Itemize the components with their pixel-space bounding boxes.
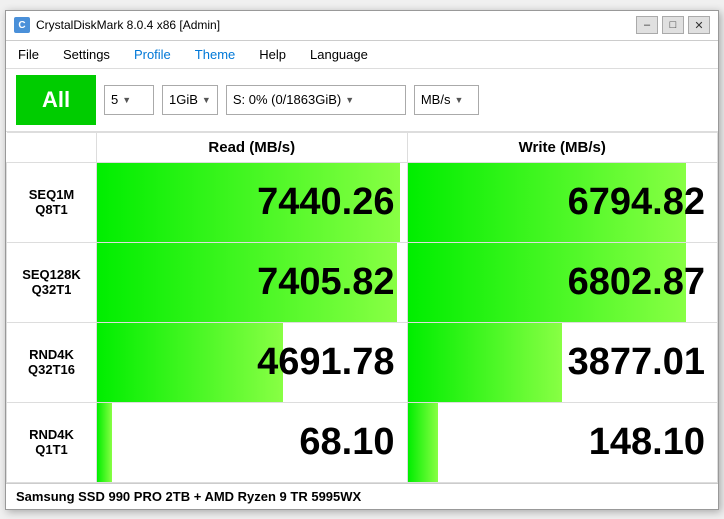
drive-value: S: 0% (0/1863GiB) xyxy=(233,92,341,107)
unit-dropdown[interactable]: MB/s ▼ xyxy=(414,85,479,115)
row-label-line2-0: Q8T1 xyxy=(35,202,68,217)
read-value-2: 4691.78 xyxy=(257,341,394,383)
header-label-cell xyxy=(7,132,97,162)
read-bar-3 xyxy=(97,403,112,482)
size-dropdown-arrow: ▼ xyxy=(202,95,211,105)
read-value-1: 7405.82 xyxy=(257,261,394,303)
row-label-line1-1: SEQ128K xyxy=(22,267,81,282)
drive-dropdown-arrow: ▼ xyxy=(345,95,354,105)
title-bar: C CrystalDiskMark 8.0.4 x86 [Admin] – □ … xyxy=(6,11,718,41)
results-table: Read (MB/s) Write (MB/s) SEQ1MQ8T1 7440.2… xyxy=(6,132,718,483)
row-label-line1-2: RND4K xyxy=(29,347,74,362)
table-row: RND4KQ1T1 68.10 148.10 xyxy=(7,402,718,482)
menu-bar: File Settings Profile Theme Help Languag… xyxy=(6,41,718,69)
minimize-button[interactable]: – xyxy=(636,16,658,34)
row-label-line2-3: Q1T1 xyxy=(35,442,68,457)
drive-dropdown[interactable]: S: 0% (0/1863GiB) ▼ xyxy=(226,85,406,115)
close-button[interactable]: ✕ xyxy=(688,16,710,34)
table-header-row: Read (MB/s) Write (MB/s) xyxy=(7,132,718,162)
count-value: 5 xyxy=(111,92,118,107)
read-value-3: 68.10 xyxy=(299,421,394,463)
menu-theme[interactable]: Theme xyxy=(191,45,239,64)
write-bar-3 xyxy=(408,403,439,482)
row-label-1: SEQ128KQ32T1 xyxy=(7,242,97,322)
row-label-2: RND4KQ32T16 xyxy=(7,322,97,402)
menu-file[interactable]: File xyxy=(14,45,43,64)
write-value-1: 6802.87 xyxy=(568,261,705,303)
row-write-0: 6794.82 xyxy=(407,162,718,242)
row-read-1: 7405.82 xyxy=(97,242,408,322)
table-row: RND4KQ32T16 4691.78 3877.01 xyxy=(7,322,718,402)
unit-dropdown-arrow: ▼ xyxy=(454,95,463,105)
row-read-3: 68.10 xyxy=(97,402,408,482)
menu-help[interactable]: Help xyxy=(255,45,290,64)
menu-settings[interactable]: Settings xyxy=(59,45,114,64)
app-icon: C xyxy=(14,17,30,33)
window-title: CrystalDiskMark 8.0.4 x86 [Admin] xyxy=(36,18,220,32)
title-bar-left: C CrystalDiskMark 8.0.4 x86 [Admin] xyxy=(14,17,220,33)
status-bar: Samsung SSD 990 PRO 2TB + AMD Ryzen 9 TR… xyxy=(6,483,718,509)
write-value-3: 148.10 xyxy=(589,421,705,463)
row-label-line2-1: Q32T1 xyxy=(32,282,72,297)
row-label-0: SEQ1MQ8T1 xyxy=(7,162,97,242)
row-write-1: 6802.87 xyxy=(407,242,718,322)
header-write-cell: Write (MB/s) xyxy=(407,132,718,162)
read-bar-2 xyxy=(97,323,283,402)
size-value: 1GiB xyxy=(169,92,198,107)
write-value-2: 3877.01 xyxy=(568,341,705,383)
table-row: SEQ128KQ32T1 7405.82 6802.87 xyxy=(7,242,718,322)
size-dropdown[interactable]: 1GiB ▼ xyxy=(162,85,218,115)
row-write-2: 3877.01 xyxy=(407,322,718,402)
write-bar-2 xyxy=(408,323,563,402)
status-text: Samsung SSD 990 PRO 2TB + AMD Ryzen 9 TR… xyxy=(16,489,361,504)
row-label-3: RND4KQ1T1 xyxy=(7,402,97,482)
main-window: C CrystalDiskMark 8.0.4 x86 [Admin] – □ … xyxy=(5,10,719,510)
row-read-2: 4691.78 xyxy=(97,322,408,402)
count-dropdown[interactable]: 5 ▼ xyxy=(104,85,154,115)
window-controls: – □ ✕ xyxy=(636,16,710,34)
table-row: SEQ1MQ8T1 7440.26 6794.82 xyxy=(7,162,718,242)
write-value-0: 6794.82 xyxy=(568,181,705,223)
row-label-line1-0: SEQ1M xyxy=(29,187,75,202)
row-label-line1-3: RND4K xyxy=(29,427,74,442)
row-label-line2-2: Q32T16 xyxy=(28,362,75,377)
unit-value: MB/s xyxy=(421,92,451,107)
read-value-0: 7440.26 xyxy=(257,181,394,223)
menu-language[interactable]: Language xyxy=(306,45,372,64)
all-button[interactable]: All xyxy=(16,75,96,125)
row-read-0: 7440.26 xyxy=(97,162,408,242)
count-dropdown-arrow: ▼ xyxy=(122,95,131,105)
row-write-3: 148.10 xyxy=(407,402,718,482)
header-read-cell: Read (MB/s) xyxy=(97,132,408,162)
maximize-button[interactable]: □ xyxy=(662,16,684,34)
menu-profile[interactable]: Profile xyxy=(130,45,175,64)
toolbar: All 5 ▼ 1GiB ▼ S: 0% (0/1863GiB) ▼ MB/s … xyxy=(6,69,718,132)
